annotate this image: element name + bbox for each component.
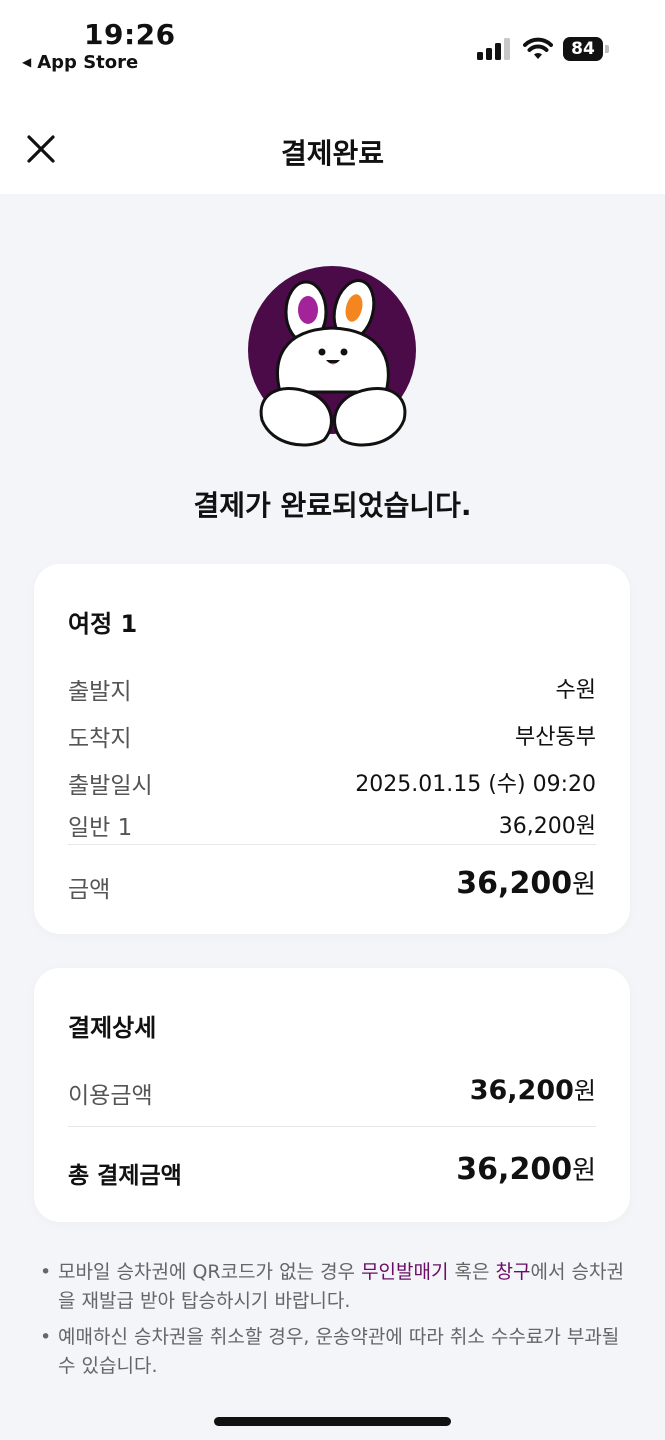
amount-label: 금액 — [68, 877, 111, 903]
total-amount-unit: 원 — [572, 1156, 596, 1186]
rabbit-mascot-icon — [248, 266, 416, 447]
divider — [68, 1126, 596, 1127]
datetime-value: 2025.01.15 (수) 09:20 — [355, 772, 596, 797]
kiosk-link: 무인발매기 — [361, 1261, 449, 1283]
payment-detail-card: 결제상세 이용금액 36,200원 총 결제금액 36,200원 — [34, 968, 630, 1222]
notice-text: 예매하신 승차권을 취소할 경우, 운송약관에 따라 취소 수수료가 부과될 수… — [58, 1326, 620, 1377]
header-area: 19:26 ◀ App Store 84 결제완료 — [0, 0, 665, 194]
row-fare-type: 일반 1 36,200원 — [68, 808, 596, 844]
status-bar: 19:26 ◀ App Store 84 — [0, 0, 665, 80]
total-amount-label: 총 결제금액 — [68, 1163, 182, 1189]
cellular-signal-icon — [477, 38, 510, 60]
notice-text: 모바일 승차권에 QR코드가 없는 경우 — [58, 1261, 362, 1283]
usage-amount-value: 36,200원 — [470, 1071, 596, 1106]
nav-bar: 결제완료 — [0, 110, 665, 190]
notice-item: • 예매하신 승차권을 취소할 경우, 운송약관에 따라 취소 수수료가 부과될… — [38, 1323, 628, 1381]
bullet-icon: • — [40, 1261, 52, 1283]
battery-level: 84 — [563, 37, 603, 61]
notice-list: • 모바일 승차권에 QR코드가 없는 경우 무인발매기 혹은 창구에서 승차권… — [38, 1258, 628, 1388]
payment-detail-title: 결제상세 — [68, 1014, 157, 1042]
departure-value: 수원 — [555, 678, 596, 703]
row-departure: 출발지 수원 — [68, 672, 596, 708]
total-amount-value: 36,200원 — [456, 1150, 596, 1187]
counter-link: 창구 — [495, 1261, 531, 1283]
status-time: 19:26 — [84, 18, 176, 51]
page-title: 결제완료 — [280, 137, 385, 170]
amount-value: 36,200원 — [456, 864, 596, 901]
notice-text: 혹은 — [448, 1261, 496, 1283]
home-indicator[interactable] — [214, 1417, 451, 1426]
amount-number: 36,200 — [456, 866, 573, 901]
datetime-label: 출발일시 — [68, 773, 153, 799]
wifi-icon — [523, 37, 553, 59]
payment-complete-message: 결제가 완료되었습니다. — [193, 489, 472, 522]
back-app-label: App Store — [37, 52, 139, 73]
bullet-icon: • — [40, 1326, 52, 1348]
fare-type-label: 일반 1 — [68, 815, 133, 841]
row-departure-datetime: 출발일시 2025.01.15 (수) 09:20 — [68, 766, 596, 802]
usage-amount-number: 36,200 — [469, 1075, 574, 1106]
divider — [68, 844, 596, 845]
row-arrival: 도착지 부산동부 — [68, 719, 596, 755]
amount-unit: 원 — [572, 870, 596, 900]
notice-item: • 모바일 승차권에 QR코드가 없는 경우 무인발매기 혹은 창구에서 승차권… — [38, 1258, 628, 1316]
departure-label: 출발지 — [68, 679, 132, 705]
trip-card: 여정 1 출발지 수원 도착지 부산동부 출발일시 2025.01.15 (수)… — [34, 564, 630, 934]
usage-amount-label: 이용금액 — [68, 1083, 153, 1109]
battery-icon: 84 — [563, 37, 611, 61]
back-to-app-link[interactable]: ◀ App Store — [22, 52, 138, 73]
usage-amount-unit: 원 — [573, 1077, 596, 1105]
back-arrow-icon: ◀ — [22, 55, 32, 69]
trip-title: 여정 1 — [68, 610, 138, 638]
arrival-label: 도착지 — [68, 726, 132, 752]
fare-type-value: 36,200원 — [498, 814, 596, 839]
arrival-value: 부산동부 — [515, 725, 596, 750]
total-amount-number: 36,200 — [456, 1152, 573, 1187]
